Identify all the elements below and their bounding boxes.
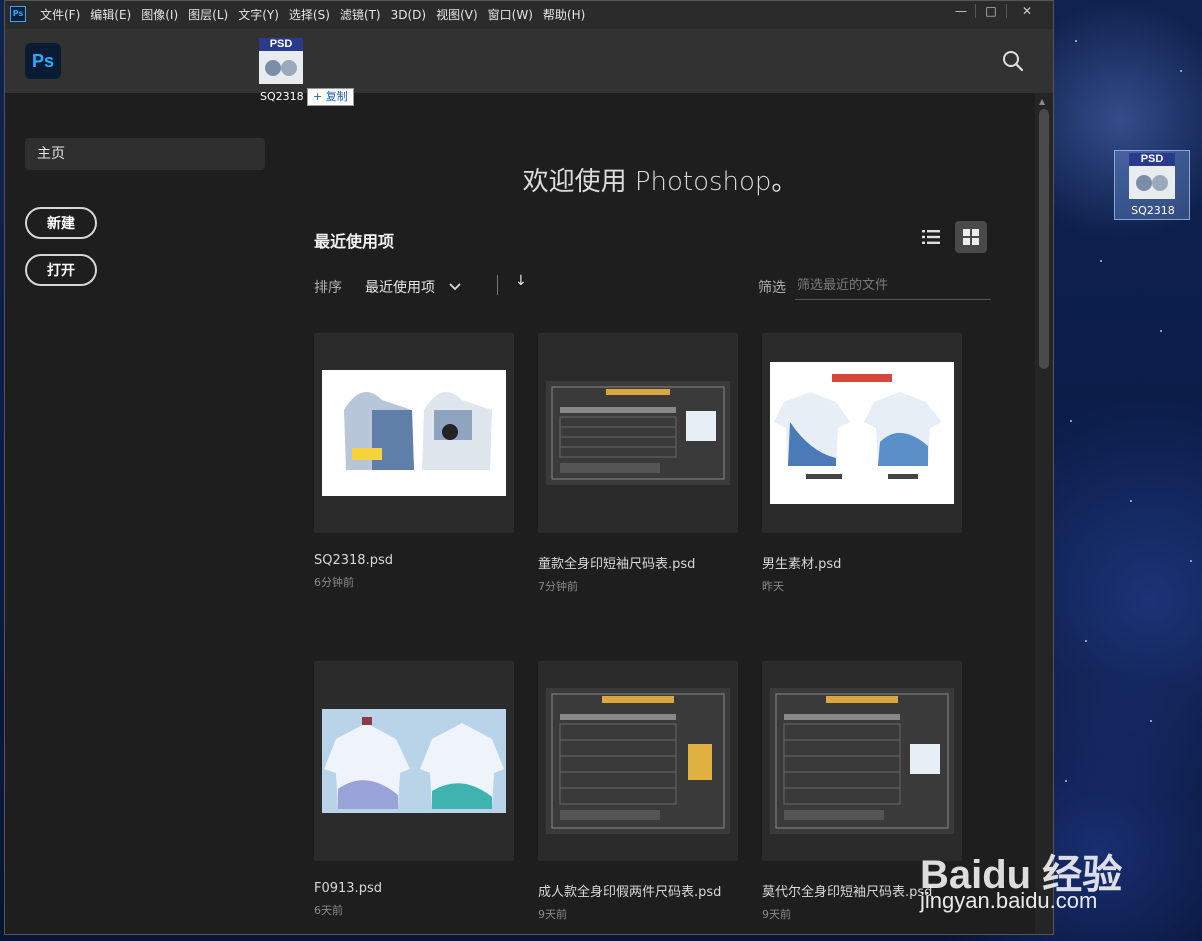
welcome-heading: 欢迎使用 Photoshop。	[522, 167, 798, 197]
recent-file-card[interactable]: 童款全身印短袖尺码表.psd 7分钟前	[538, 333, 738, 594]
file-preview	[1129, 166, 1175, 199]
recent-file-card[interactable]: F0913.psd 6天前	[314, 661, 514, 918]
copy-tooltip: + 复制	[307, 88, 354, 106]
psd-badge: PSD	[1129, 153, 1175, 166]
menu-view[interactable]: 视图(V)	[431, 1, 483, 29]
list-view-icon[interactable]	[915, 221, 947, 253]
recent-file-card[interactable]: 男生素材.psd 昨天	[762, 333, 962, 594]
filter-label: 筛选	[758, 280, 786, 296]
grid-view-icon[interactable]	[955, 221, 987, 253]
file-name: 成人款全身印假两件尺码表.psd	[538, 885, 722, 900]
maximize-button[interactable]: □	[975, 1, 1007, 21]
sort-value: 最近使用项	[365, 280, 435, 296]
menu-type[interactable]: 文字(Y)	[233, 1, 284, 29]
search-icon[interactable]	[1001, 49, 1025, 73]
new-button[interactable]: 新建	[25, 207, 97, 239]
sort-dropdown[interactable]: 最近使用项	[365, 277, 461, 297]
file-preview	[259, 51, 303, 84]
menu-window[interactable]: 窗口(W)	[483, 1, 538, 29]
file-name: F0913.psd	[314, 881, 382, 896]
copy-tooltip-text: 复制	[325, 90, 348, 103]
chevron-down-icon	[449, 283, 461, 291]
baidu-jingyan-watermark: Baidu 经验 jingyan.baidu.com	[920, 812, 1160, 922]
file-thumbnail[interactable]	[538, 661, 738, 861]
file-time: 6分钟前	[314, 576, 354, 589]
recent-section-title: 最近使用项	[314, 232, 395, 251]
desktop-file-name: SQ2318	[1131, 204, 1175, 217]
file-name: SQ2318.psd	[314, 553, 393, 568]
plus-icon: +	[313, 90, 323, 103]
sort-label: 排序	[314, 280, 342, 296]
file-name: 童款全身印短袖尺码表.psd	[538, 557, 696, 572]
photoshop-app-icon[interactable]: Ps	[10, 6, 26, 22]
file-time: 6天前	[314, 904, 343, 917]
psd-file-icon: PSD	[1129, 153, 1175, 201]
desktop-file-sq2318[interactable]: PSD SQ2318	[1114, 150, 1190, 220]
file-time: 7分钟前	[538, 580, 578, 593]
menu-3d[interactable]: 3D(D)	[386, 1, 431, 29]
sidebar: 主页 新建 打开	[5, 93, 285, 934]
menu-bar: 文件(F) 编辑(E) 图像(I) 图层(L) 文字(Y) 选择(S) 滤镜(T…	[35, 1, 590, 29]
menu-select[interactable]: 选择(S)	[284, 1, 335, 29]
title-bar: Ps 文件(F) 编辑(E) 图像(I) 图层(L) 文字(Y) 选择(S) 滤…	[5, 1, 1053, 30]
open-button[interactable]: 打开	[25, 254, 97, 286]
menu-edit[interactable]: 编辑(E)	[85, 1, 136, 29]
minimize-button[interactable]: —	[945, 1, 977, 21]
menu-help[interactable]: 帮助(H)	[538, 1, 590, 29]
home-header: Ps	[5, 29, 1053, 93]
home-content: 欢迎使用 Photoshop。 最近使用项 排序 最近使用项 ↓ 筛选 筛选最近…	[285, 93, 1035, 934]
sort-direction-button[interactable]: ↓	[515, 273, 527, 289]
menu-file[interactable]: 文件(F)	[35, 1, 85, 29]
file-thumbnail[interactable]	[762, 333, 962, 533]
file-thumbnail[interactable]	[538, 333, 738, 533]
recent-file-card[interactable]: 成人款全身印假两件尺码表.psd 9天前	[538, 661, 738, 922]
sort-divider	[497, 275, 498, 295]
photoshop-logo: Ps	[25, 43, 61, 79]
menu-filter[interactable]: 滤镜(T)	[335, 1, 386, 29]
dragged-file-icon: PSD	[259, 38, 303, 84]
file-thumbnail[interactable]	[314, 333, 514, 533]
watermark-url: jingyan.baidu.com	[920, 888, 1098, 913]
recent-file-card[interactable]: SQ2318.psd 6分钟前	[314, 333, 514, 590]
filter-input[interactable]	[795, 271, 991, 300]
close-button[interactable]: ✕	[1005, 1, 1049, 21]
scroll-up-icon[interactable]: ▲	[1039, 97, 1045, 106]
file-name: 男生素材.psd	[762, 557, 842, 572]
photoshop-window: Ps 文件(F) 编辑(E) 图像(I) 图层(L) 文字(Y) 选择(S) 滤…	[4, 0, 1054, 935]
file-time: 9天前	[538, 908, 567, 921]
dragged-file-name: SQ2318	[260, 90, 304, 103]
psd-badge: PSD	[259, 38, 303, 51]
scrollbar-thumb[interactable]	[1039, 109, 1049, 369]
file-thumbnail[interactable]	[314, 661, 514, 861]
vertical-scrollbar[interactable]: ▲	[1035, 93, 1053, 934]
sidebar-item-home[interactable]: 主页	[25, 138, 265, 170]
menu-image[interactable]: 图像(I)	[136, 1, 183, 29]
file-time: 昨天	[762, 580, 784, 593]
menu-layer[interactable]: 图层(L)	[183, 1, 233, 29]
